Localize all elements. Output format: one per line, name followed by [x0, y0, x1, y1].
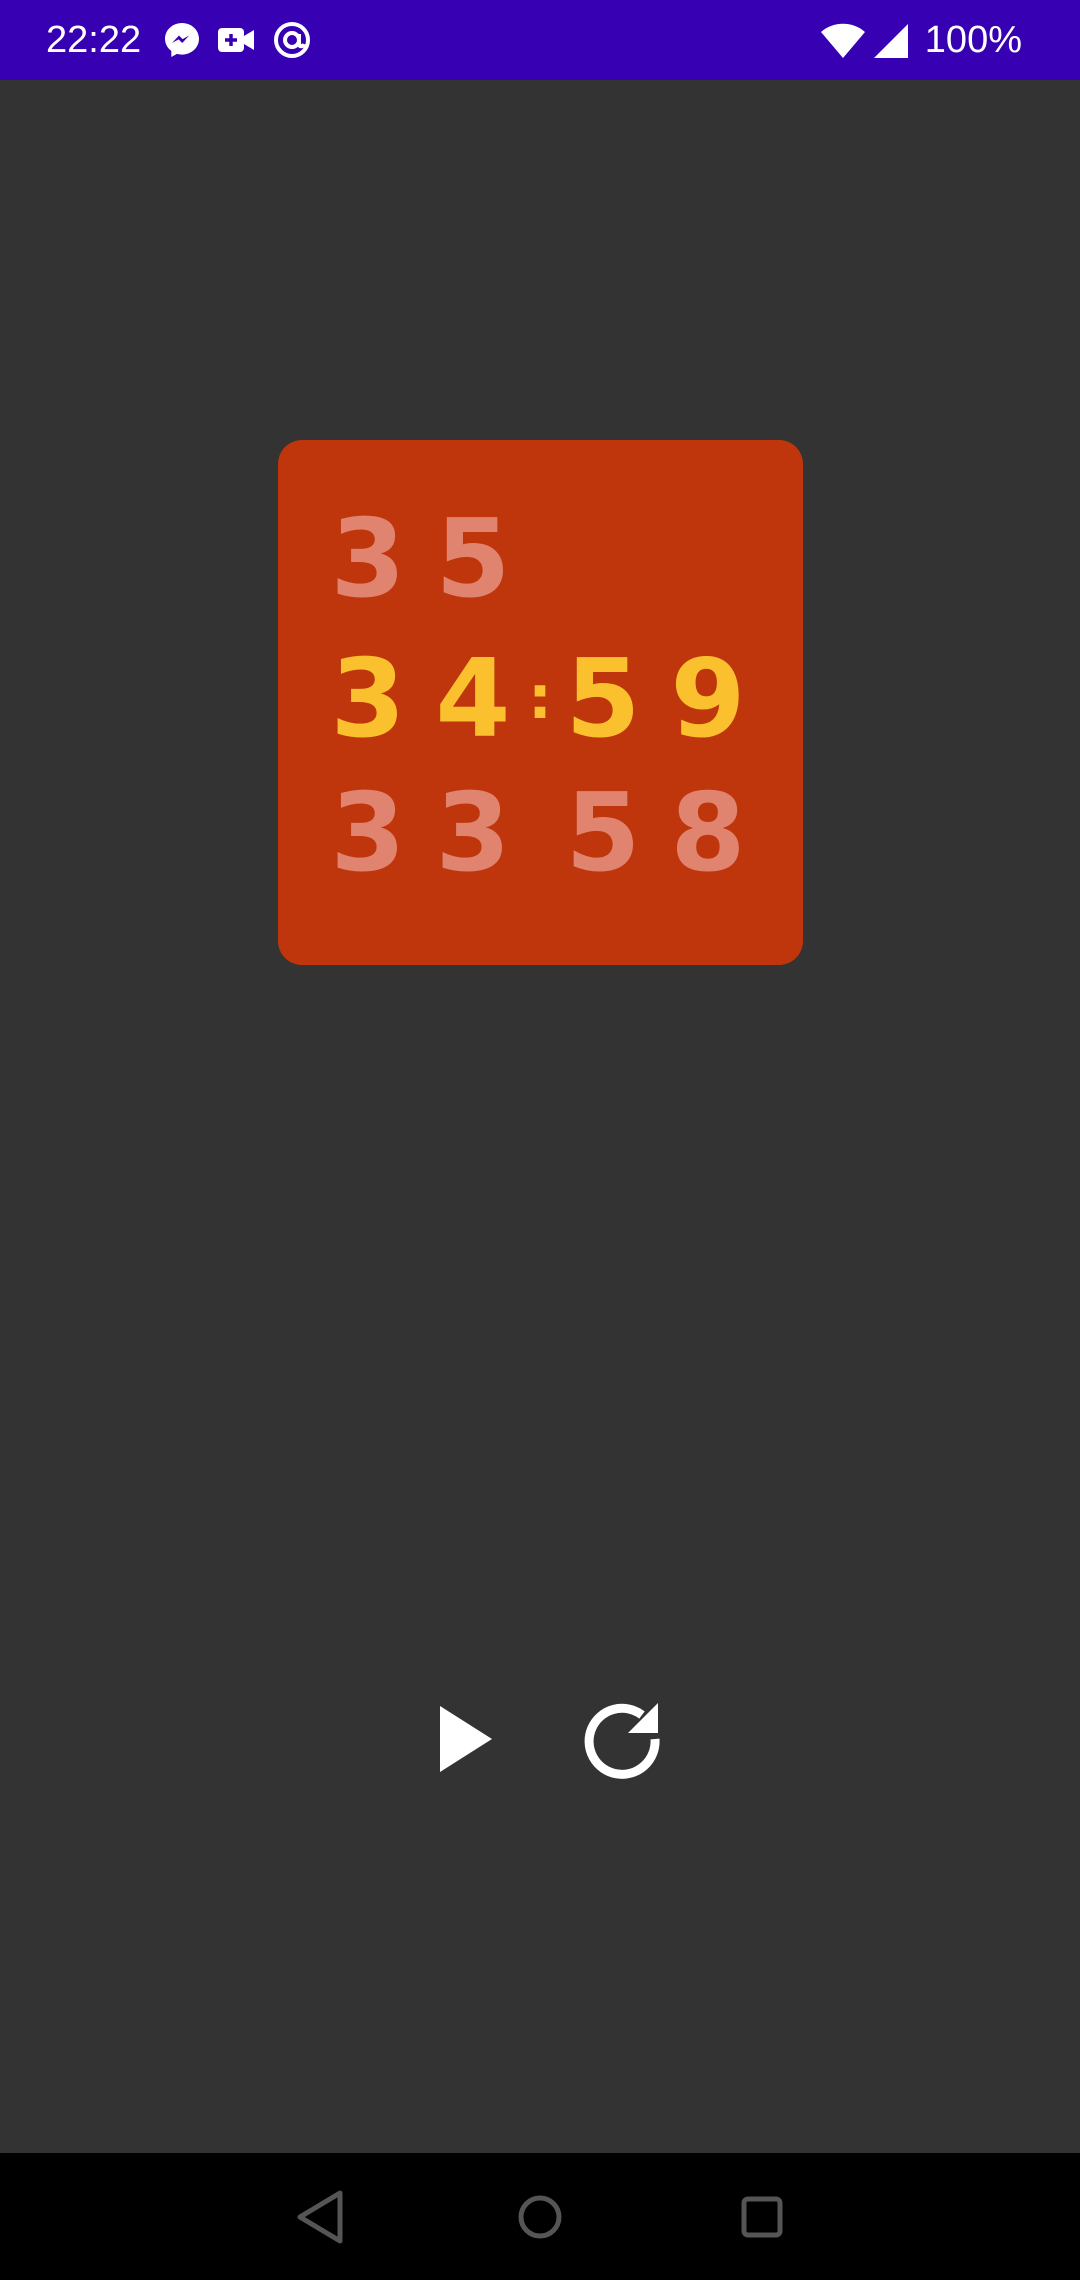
- status-bar: 22:22 100%: [0, 0, 1080, 80]
- flip-clock-card: 3 5 3 4 : 5 9 3 3 5 8: [278, 440, 803, 965]
- back-button[interactable]: [282, 2179, 358, 2255]
- lower-digit-2: 3: [435, 771, 511, 896]
- messenger-icon: [165, 23, 199, 57]
- home-icon: [518, 2195, 562, 2239]
- recents-icon: [741, 2196, 783, 2238]
- status-battery: 100%: [924, 19, 1022, 61]
- refresh-icon: [584, 1703, 660, 1779]
- home-button[interactable]: [502, 2179, 578, 2255]
- current-digit-3: 5: [565, 637, 641, 762]
- navigation-bar: [0, 2153, 1080, 2280]
- status-time: 22:22: [46, 19, 142, 61]
- main-screen: 3 5 3 4 : 5 9 3 3 5 8: [0, 80, 1080, 2153]
- clock-separator: :: [528, 663, 552, 733]
- lower-digit-3: 5: [565, 771, 641, 896]
- current-digit-1: 3: [330, 637, 406, 762]
- video-call-icon: [218, 28, 254, 52]
- play-icon: [440, 1706, 492, 1772]
- play-button[interactable]: [415, 1689, 515, 1789]
- upper-digit-1: 3: [330, 497, 406, 622]
- recents-button[interactable]: [724, 2179, 800, 2255]
- reset-button[interactable]: [572, 1689, 672, 1789]
- cellular-signal-icon: [874, 24, 908, 58]
- lower-digit-1: 3: [330, 771, 406, 896]
- wifi-icon: [821, 23, 865, 58]
- at-sign-icon: [274, 22, 310, 58]
- current-digit-2: 4: [435, 637, 511, 762]
- current-digit-4: 9: [670, 637, 746, 762]
- back-icon: [297, 2190, 343, 2244]
- upper-digit-2: 5: [435, 497, 511, 622]
- lower-digit-4: 8: [670, 771, 746, 896]
